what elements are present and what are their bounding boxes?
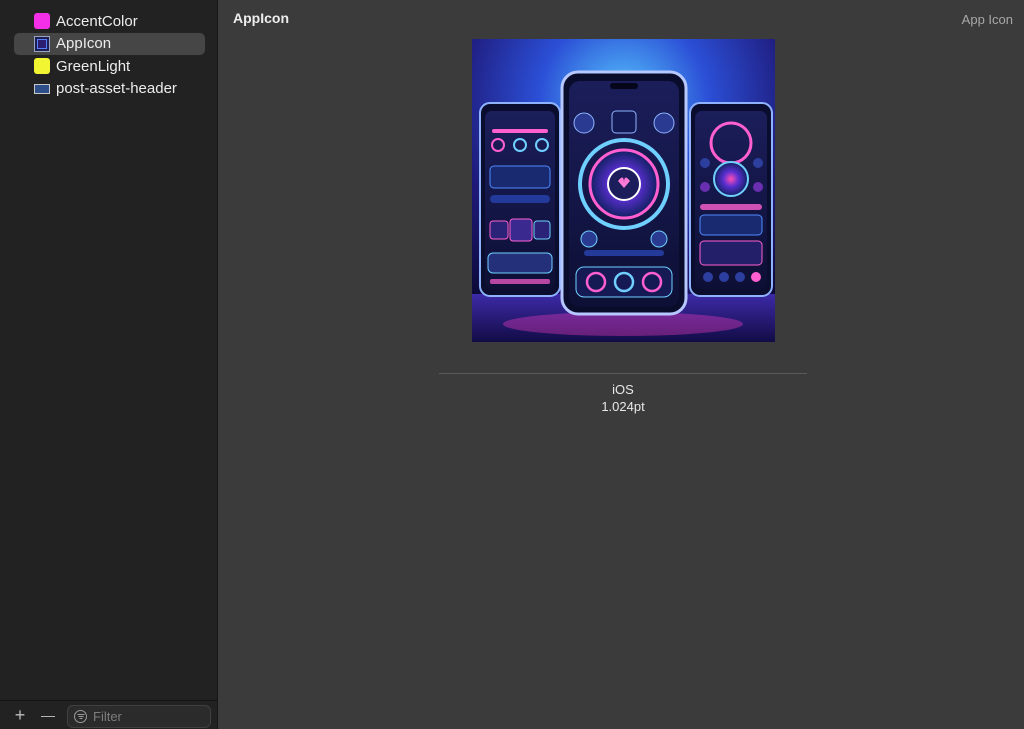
asset-list: AccentColor AppIcon GreenLight post-asse… (0, 10, 217, 100)
filter-icon (74, 710, 87, 723)
add-asset-button[interactable]: + (9, 706, 31, 724)
slot-platform-label: iOS (612, 382, 634, 397)
asset-detail-pane: AppIcon App Icon iOS 1.024pt (219, 0, 1024, 729)
asset-item-label: GreenLight (56, 57, 131, 75)
image-thumbnail-icon (34, 83, 50, 94)
asset-item-accentcolor[interactable]: AccentColor (14, 10, 205, 33)
asset-sidebar: AccentColor AppIcon GreenLight post-asse… (0, 0, 218, 729)
asset-kind-label: App Icon (961, 12, 1013, 27)
filter-input[interactable] (93, 709, 193, 724)
asset-item-label: AccentColor (56, 12, 138, 30)
color-swatch-icon (34, 13, 50, 30)
sidebar-footer: + — (0, 700, 217, 729)
asset-title: AppIcon (233, 10, 289, 26)
slot-divider (439, 373, 807, 374)
asset-item-greenlight[interactable]: GreenLight (14, 55, 205, 78)
asset-item-appicon[interactable]: AppIcon (14, 32, 205, 55)
appicon-thumbnail-icon (34, 35, 50, 52)
asset-item-label: AppIcon (56, 35, 112, 53)
color-swatch-icon (34, 58, 50, 75)
asset-item-post-asset-header[interactable]: post-asset-header (14, 78, 205, 101)
filter-field[interactable] (67, 705, 211, 728)
app-icon-image-well[interactable] (472, 39, 775, 342)
slot-size-label: 1.024pt (601, 399, 645, 414)
remove-asset-button[interactable]: — (37, 706, 59, 724)
app-icon-artwork (472, 39, 775, 342)
asset-item-label: post-asset-header (56, 80, 177, 98)
